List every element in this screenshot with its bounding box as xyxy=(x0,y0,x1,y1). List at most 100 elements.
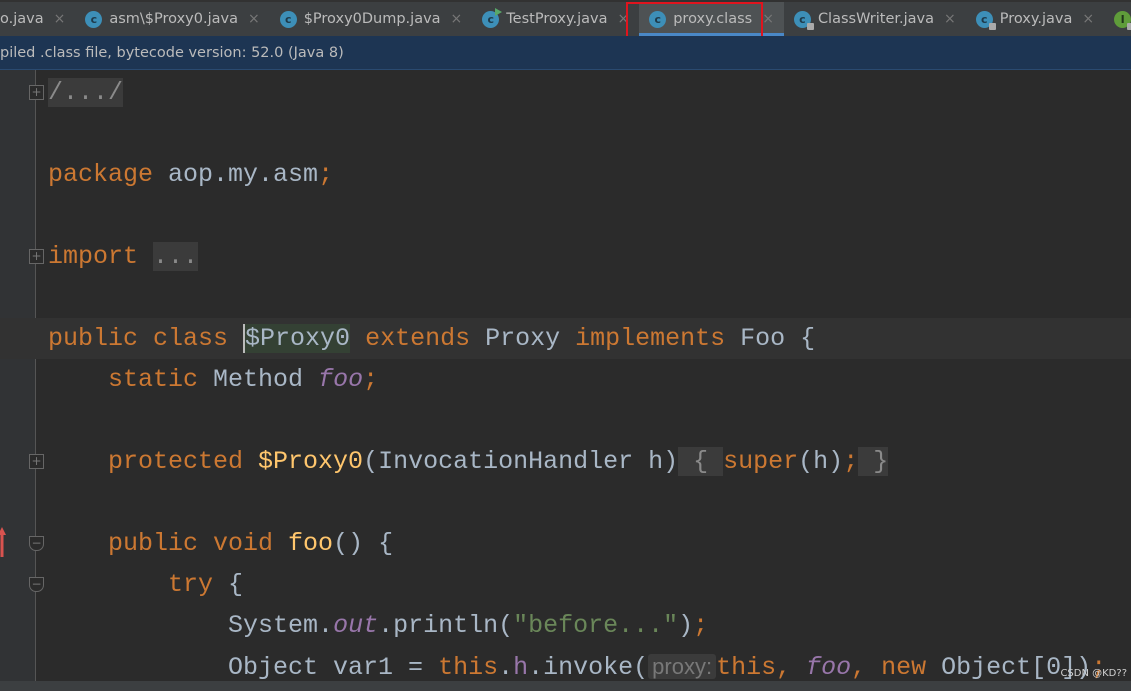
close-icon[interactable]: × xyxy=(617,11,629,27)
code-line: System.out.println("before..."); xyxy=(0,605,1131,646)
code-token: import xyxy=(48,242,154,271)
code-token: ) xyxy=(678,611,694,640)
tab--proxy0dump-java[interactable]: c $Proxy0Dump.java × xyxy=(270,2,473,36)
code-token: () { xyxy=(333,529,394,558)
code-token: extends xyxy=(350,324,486,353)
fold-expand-icon[interactable]: + xyxy=(29,249,44,264)
code-token: new xyxy=(881,653,942,681)
code-token: .invoke( xyxy=(528,653,649,681)
code-token: , xyxy=(851,653,882,681)
code-token: "before..." xyxy=(513,611,679,640)
bottom-bar xyxy=(0,681,1131,691)
code-token: out xyxy=(333,611,379,640)
tab-proxy-class[interactable]: c proxy.class × xyxy=(639,2,784,36)
folded-region[interactable]: { xyxy=(678,447,724,476)
tab-label: TestProxy.java xyxy=(506,11,608,27)
code-token: { xyxy=(228,570,244,599)
class-icon: c xyxy=(482,7,503,28)
fold-expand-icon[interactable]: + xyxy=(29,85,44,100)
code-token: Method xyxy=(213,365,319,394)
code-token: $Proxy0 xyxy=(243,324,351,353)
code-token: (InvocationHandler h) xyxy=(363,447,679,476)
code-token: super xyxy=(723,447,799,476)
code-token: this xyxy=(438,653,499,681)
code-token: Object var1 = xyxy=(228,653,439,681)
interface-icon: I xyxy=(1114,10,1131,30)
code-token: static xyxy=(108,365,214,394)
code-line: package aop.my.asm; xyxy=(0,154,1131,195)
code-token: Foo { xyxy=(740,324,816,353)
close-icon[interactable]: × xyxy=(248,11,260,27)
code-token: ; xyxy=(843,447,859,476)
tab-label: o.java xyxy=(0,11,44,27)
code-editor[interactable]: + /.../ package aop.my.asm; + import ... publ… xyxy=(0,72,1131,681)
code-line: public class $Proxy0 extends Proxy imple… xyxy=(0,318,1131,359)
tab-o-java[interactable]: o.java × xyxy=(0,2,75,36)
close-icon[interactable]: × xyxy=(762,11,774,27)
fold-collapse-icon[interactable]: − xyxy=(29,577,44,592)
fold-collapse-icon[interactable]: − xyxy=(29,536,44,551)
code-line: + /.../ xyxy=(0,72,1131,113)
tab-inv[interactable]: IInv xyxy=(1104,2,1131,36)
parameter-hint: proxy: xyxy=(648,654,717,679)
overrides-arrow-icon[interactable] xyxy=(0,527,6,557)
code-token: .println( xyxy=(378,611,514,640)
folded-region[interactable]: /.../ xyxy=(48,78,124,107)
code-token: $Proxy0 xyxy=(258,447,364,476)
class-icon: c xyxy=(793,10,814,30)
code-token: ; xyxy=(693,611,709,640)
lock-icon xyxy=(988,22,996,30)
code-token: this xyxy=(716,653,777,681)
code-line: Object var1 = this.h.invoke(proxy: this, … xyxy=(0,646,1131,681)
tab-label: proxy.class xyxy=(673,11,753,27)
code-token: h xyxy=(513,653,529,681)
code-line: + protected $Proxy0(InvocationHandler h)… xyxy=(0,441,1131,482)
code-line: − try { xyxy=(0,564,1131,605)
code-token: implements xyxy=(575,324,741,353)
code-line: − public void foo() { xyxy=(0,523,1131,564)
code-line: static Method foo; xyxy=(0,359,1131,400)
close-icon[interactable]: × xyxy=(1082,11,1094,27)
editor-tab-bar: o.java × c asm\$Proxy0.java × c $Proxy0Dump.ja… xyxy=(0,0,1131,36)
decompiled-notice-banner: piled .class file, bytecode version: 52.… xyxy=(0,36,1131,70)
folded-region[interactable]: ... xyxy=(153,242,199,271)
code-token: System. xyxy=(228,611,334,640)
class-icon: c xyxy=(85,10,103,28)
code-token: (h) xyxy=(798,447,844,476)
tab-label: Proxy.java xyxy=(999,11,1073,27)
watermark: CSDN @KD?? xyxy=(1060,668,1127,679)
code-token: ; xyxy=(318,160,334,189)
tab-label: ClassWriter.java xyxy=(817,11,934,27)
tab-testproxy-java[interactable]: c TestProxy.java × xyxy=(472,2,639,36)
code-token: , xyxy=(776,653,807,681)
code-token: foo xyxy=(806,653,852,681)
code-token: package xyxy=(48,160,169,189)
class-icon: c xyxy=(975,10,996,30)
code-token: foo xyxy=(318,365,364,394)
close-icon[interactable]: × xyxy=(54,11,66,27)
close-icon[interactable]: × xyxy=(451,11,463,27)
lock-icon xyxy=(1127,22,1131,30)
tab-classwriter-java[interactable]: c ClassWriter.java × xyxy=(784,2,966,36)
folded-region[interactable]: } xyxy=(858,447,889,476)
code-token: foo xyxy=(288,529,334,558)
code-token: ; xyxy=(363,365,379,394)
code-line: + import ... xyxy=(0,236,1131,277)
class-icon: c xyxy=(649,10,667,28)
tab-proxy-java[interactable]: c Proxy.java × xyxy=(966,2,1104,36)
code-token: Proxy xyxy=(485,324,576,353)
fold-expand-icon[interactable]: + xyxy=(29,454,44,469)
run-icon xyxy=(495,7,503,16)
tab-label: $Proxy0Dump.java xyxy=(303,11,441,27)
code-token: public class xyxy=(48,324,244,353)
code-token: public void xyxy=(108,529,289,558)
tab-asm-proxy0-java[interactable]: c asm\$Proxy0.java × xyxy=(75,2,269,36)
tab-label: asm\$Proxy0.java xyxy=(109,11,238,27)
close-icon[interactable]: × xyxy=(944,11,956,27)
code-token: protected xyxy=(108,447,259,476)
